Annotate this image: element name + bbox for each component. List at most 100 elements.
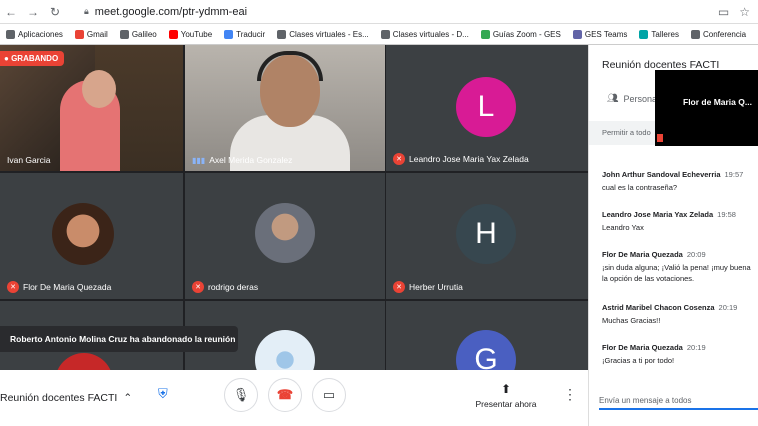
mic-off-icon: ✕ xyxy=(393,281,405,293)
bookmark-label: Aplicaciones xyxy=(18,29,63,39)
microphone-button[interactable]: 🎙︎ xyxy=(224,378,258,412)
leave-call-button[interactable]: ☎︎ xyxy=(268,378,302,412)
message-sender: Flor De Maria Quezada 20:09 xyxy=(602,250,706,259)
bookmark-icon xyxy=(380,29,390,39)
bookmark-item[interactable]: Conferencia xyxy=(685,29,752,39)
meeting-details-button[interactable]: Reunión docentes FACTI ⌃ xyxy=(0,392,150,404)
avatar xyxy=(52,203,114,265)
bookmark-icon xyxy=(6,29,15,39)
avatar: H xyxy=(456,204,516,264)
chat-message: Flor De Maria Quezada 20:19 ¡Gracias a ti … xyxy=(602,343,757,366)
bookmark-icon xyxy=(572,29,582,39)
url-text: meet.google.com/ptr-ydmm-eai xyxy=(94,5,248,18)
message-sender: Flor De Maria Quezada 20:19 xyxy=(602,343,706,352)
participant-name: Ivan Garcia xyxy=(7,155,51,165)
message-time: 19:58 xyxy=(717,210,736,219)
message-text: cual es la contraseña? xyxy=(602,183,678,192)
participant-name: ▮▮▮ Axel Merida Gonzalez xyxy=(192,155,293,165)
bookmarks-bar: Aplicaciones Gmail Galileo YouTube Traducir C… xyxy=(0,24,758,45)
participant-tile[interactable]: ✕ rodrigo deras xyxy=(185,173,385,299)
bookmark-label: GES Teams xyxy=(584,29,628,39)
bookmark-icon xyxy=(119,29,129,39)
chat-message: Astrid Maribel Chacon Cosenza 20:19 Muchas… xyxy=(602,303,757,326)
lock-icon: 🔒︎ xyxy=(84,6,89,16)
bookmark-icon xyxy=(690,29,700,39)
shield-icon[interactable]: ⛨ xyxy=(158,386,174,404)
recording-badge: ● GRABANDO xyxy=(0,51,65,66)
participant-tile[interactable]: G xyxy=(386,301,588,370)
star-icon[interactable]: ☆ xyxy=(739,5,750,19)
back-icon[interactable]: ← xyxy=(0,5,22,19)
camera-blocked-icon[interactable]: ▭ xyxy=(718,5,729,19)
more-options-icon[interactable]: ⋮ xyxy=(563,386,577,403)
present-now-button[interactable]: ⬆︎ Presentar ahora xyxy=(472,382,540,409)
bookmark-item[interactable]: Clases virtuales - Es... xyxy=(271,29,375,39)
bookmark-label: Guías Zoom - GES xyxy=(492,29,561,39)
avatar: L xyxy=(456,77,516,137)
bookmark-item[interactable]: Gmail xyxy=(69,29,114,39)
browser-toolbar: ← → ↻ 🔒︎ meet.google.com/ptr-ydmm-eai ▭ … xyxy=(0,0,758,24)
chat-message: Flor De Maria Quezada 20:09 ¡sin duda algu… xyxy=(602,250,757,284)
headset-icon xyxy=(257,51,323,81)
reload-icon[interactable]: ↻ xyxy=(44,5,66,19)
bookmark-label: Gmail xyxy=(86,29,108,39)
tab-people[interactable]: 👥︎ Persona xyxy=(607,93,657,104)
bookmark-item[interactable]: Guías Zoom - GES xyxy=(475,29,567,39)
bookmark-item[interactable]: GES Teams xyxy=(567,29,634,39)
message-text: ¡sin duda alguna; ¡Valió la pena! ¡muy b… xyxy=(602,263,751,283)
notification-toast: Roberto Antonio Molina Cruz ha abandonad… xyxy=(0,326,238,352)
self-view-tile[interactable]: Flor de Maria Q... xyxy=(655,70,758,146)
avatar: G xyxy=(456,330,516,370)
bookmark-icon xyxy=(639,29,649,39)
mic-off-icon: ✕ xyxy=(7,281,19,293)
bookmark-item[interactable]: Traducir xyxy=(218,29,271,39)
participant-name: ✕ Leandro Jose Maria Yax Zelada xyxy=(393,153,529,165)
message-text: Leandro Yax xyxy=(602,223,644,232)
meeting-controls-bar: Reunión docentes FACTI ⌃ ⛨ 🎙︎ ☎︎ ▭ ⬆︎ Pre… xyxy=(0,370,588,426)
people-icon: 👥︎ xyxy=(607,93,619,103)
video-grid: Ivan Garcia ● GRABANDO ▮▮▮ Axel Merida Go… xyxy=(0,45,588,370)
message-sender: John Arthur Sandoval Echeverria 19:57 xyxy=(602,170,744,179)
speaking-icon: ▮▮▮ xyxy=(192,155,206,165)
participant-tile[interactable]: L ✕ Leandro Jose Maria Yax Zelada xyxy=(386,45,588,171)
present-icon: ⬆︎ xyxy=(500,382,512,396)
message-time: 20:19 xyxy=(718,303,738,312)
bookmark-item[interactable]: Aplicaciones xyxy=(0,29,69,39)
message-sender: Leandro Jose Maria Yax Zelada 19:58 xyxy=(602,210,736,219)
participant-name: ✕ rodrigo deras xyxy=(192,281,258,293)
mic-off-icon: ✕ xyxy=(393,153,405,165)
bookmark-label: Galileo xyxy=(131,29,157,39)
participant-name: ✕ Flor De Maria Quezada xyxy=(7,281,111,293)
mic-off-icon: ✕ xyxy=(192,281,204,293)
chat-input[interactable]: Envía un mensaje a todos xyxy=(599,394,758,410)
message-time: 20:09 xyxy=(686,250,706,259)
bookmark-item[interactable]: Clases virtuales - D... xyxy=(375,29,475,39)
bookmark-icon xyxy=(168,29,178,39)
message-text: Muchas Gracias!! xyxy=(602,316,661,325)
message-text: ¡Gracias a ti por todo! xyxy=(602,356,675,365)
avatar xyxy=(255,203,315,263)
message-time: 20:19 xyxy=(686,343,706,352)
bookmark-icon xyxy=(74,29,84,39)
participant-name: ✕ Herber Urrutia xyxy=(393,281,463,293)
address-bar[interactable]: 🔒︎ meet.google.com/ptr-ydmm-eai xyxy=(84,6,718,18)
chat-message: John Arthur Sandoval Echeverria 19:57 cual… xyxy=(602,170,757,193)
bookmark-item[interactable]: Talleres xyxy=(633,29,685,39)
message-sender: Astrid Maribel Chacon Cosenza 20:19 xyxy=(602,303,738,312)
bookmark-icon xyxy=(480,29,490,39)
bookmark-icon xyxy=(277,29,287,39)
bookmark-label: Conferencia xyxy=(702,29,747,39)
participant-tile[interactable]: ▮▮▮ Axel Merida Gonzalez xyxy=(185,45,385,171)
chat-message: Leandro Jose Maria Yax Zelada 19:58 Leandr… xyxy=(602,210,757,233)
participant-tile[interactable]: ✕ Flor De Maria Quezada xyxy=(0,173,183,299)
bookmark-label: YouTube xyxy=(180,29,213,39)
bookmark-label: Clases virtuales - D... xyxy=(392,29,469,39)
bookmark-item[interactable]: YouTube xyxy=(163,29,218,39)
bookmark-label: Clases virtuales - Es... xyxy=(289,29,369,39)
bookmark-label: Talleres xyxy=(651,29,679,39)
bookmark-icon xyxy=(224,29,234,39)
participant-tile[interactable]: H ✕ Herber Urrutia xyxy=(386,173,588,299)
bookmark-item[interactable]: Galileo xyxy=(114,29,163,39)
camera-button[interactable]: ▭ xyxy=(312,378,346,412)
forward-icon[interactable]: → xyxy=(22,5,44,19)
